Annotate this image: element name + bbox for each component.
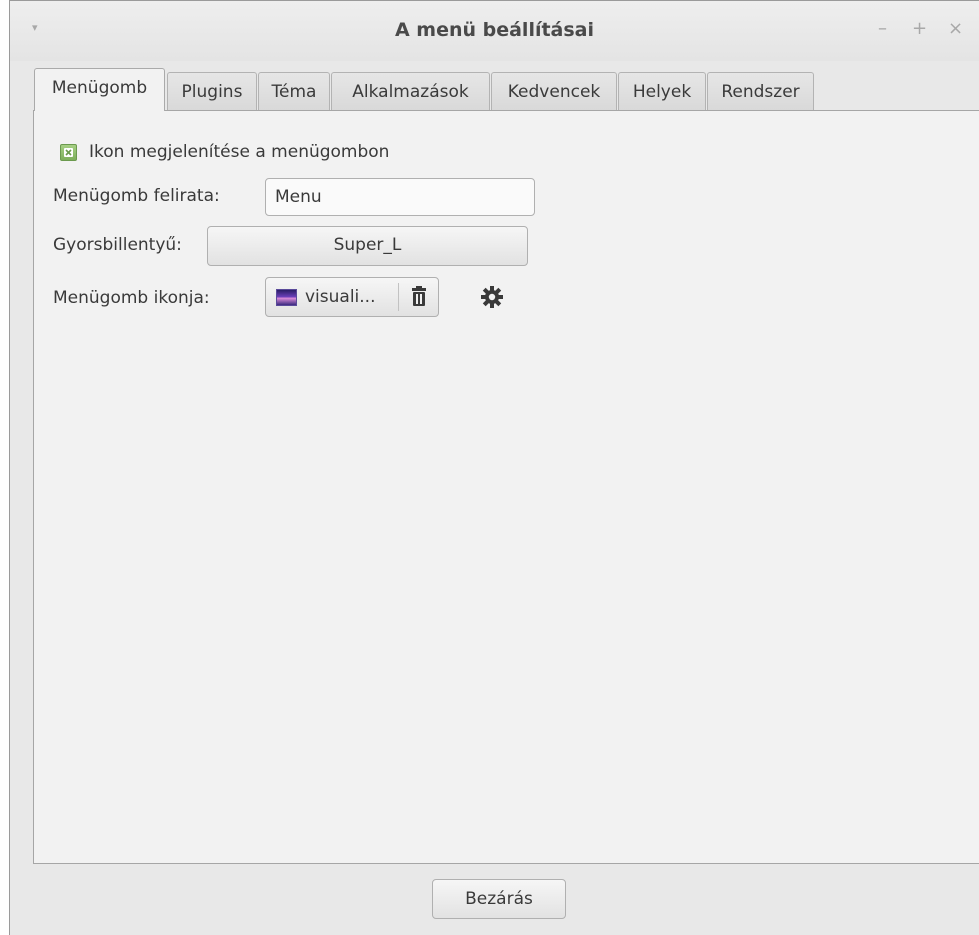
show-icon-checkbox[interactable] [60,144,77,161]
tab-helyek[interactable]: Helyek [618,72,706,110]
checkmark-icon [64,148,73,157]
tab-kedvencek[interactable]: Kedvencek [491,72,617,110]
preferences-window: ▾ A menü beállításai – + × Menügomb Plug… [9,0,979,935]
close-window-icon[interactable]: × [948,18,963,39]
gear-icon[interactable] [479,284,505,310]
tab-plugins[interactable]: Plugins [167,72,257,110]
caption-input[interactable]: Menu [265,178,535,216]
tab-menugomb[interactable]: Menügomb [34,68,165,111]
tab-alkalmazasok[interactable]: Alkalmazások [331,72,490,110]
icon-button-separator [398,283,399,311]
maximize-icon[interactable]: + [912,18,927,39]
hotkey-label: Gyorsbillentyű: [53,235,182,255]
hotkey-button[interactable]: Super_L [207,226,528,266]
tab-tema[interactable]: Téma [258,72,330,110]
caption-label: Menügomb felirata: [53,186,220,206]
tab-rendszer[interactable]: Rendszer [707,72,814,110]
minimize-icon[interactable]: – [878,18,887,39]
image-thumbnail-icon [276,289,297,306]
icon-filename: visuali... [305,287,376,307]
titlebar: ▾ A menü beállításai – + × [10,1,979,61]
menubutton-panel: Ikon megjelenítése a menügombon Menügomb… [33,110,979,864]
icon-chooser-button[interactable]: visuali... [265,277,439,317]
close-button[interactable]: Bezárás [432,879,566,919]
show-icon-label[interactable]: Ikon megjelenítése a menügombon [89,142,389,162]
icon-label: Menügomb ikonja: [53,288,210,308]
window-title: A menü beállításai [394,19,595,41]
trash-icon[interactable] [408,284,430,310]
